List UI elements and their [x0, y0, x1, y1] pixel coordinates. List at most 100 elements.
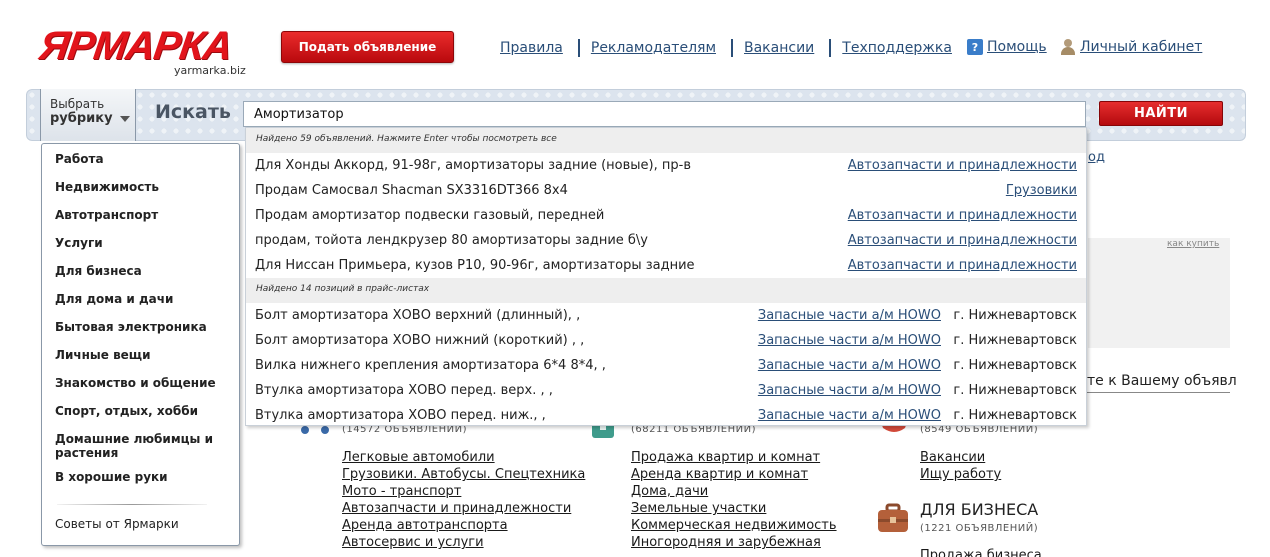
- search-suggestions: Найдено 59 объявлений. Нажмите Enter что…: [245, 127, 1087, 426]
- rubric-item-services[interactable]: Услуги: [55, 236, 230, 250]
- auto-link-service[interactable]: Автосервис и услуги: [342, 534, 585, 551]
- nav-separator: [577, 39, 580, 57]
- auto-link-trucks[interactable]: Грузовики. Автобусы. Спецтехника: [342, 466, 585, 483]
- suggest-price-city: г. Нижневартовск: [953, 308, 1077, 323]
- suggest-price-row[interactable]: Втулка амортизатора ХОВО перед. верх. , …: [246, 378, 1086, 403]
- nav-advertisers-link[interactable]: Рекламодателям: [591, 40, 716, 56]
- how-to-buy-link[interactable]: как купить: [1167, 239, 1219, 249]
- rubric-select-label: Выбрать: [50, 97, 105, 111]
- cabinet: Личный кабинет: [1061, 39, 1202, 55]
- nav-separator: [731, 39, 733, 57]
- realty-link-houses[interactable]: Дома, дачи: [631, 483, 837, 500]
- rubric-divider: [57, 504, 207, 505]
- post-ad-button[interactable]: Подать объявление: [281, 31, 454, 63]
- background-link-fragment[interactable]: од: [1088, 150, 1105, 165]
- rubric-select-button[interactable]: Выбрать рубрику: [40, 89, 136, 141]
- logo-wordmark: ЯРМАРКА: [36, 24, 235, 68]
- cabinet-link[interactable]: Личный кабинет: [1080, 39, 1202, 55]
- rubric-item-giveaway[interactable]: В хорошие руки: [55, 470, 230, 484]
- suggest-price-category[interactable]: Запасные части а/м HOWO: [758, 358, 941, 373]
- suggest-ad-row[interactable]: Для Хонды Аккорд, 91-98г, амортизаторы з…: [246, 153, 1086, 178]
- business-links: Продажа бизнеса: [920, 547, 1042, 557]
- rubric-item-auto[interactable]: Автотранспорт: [55, 208, 230, 222]
- rubric-item-business[interactable]: Для бизнеса: [55, 264, 230, 278]
- rubric-item-jobs[interactable]: Работа: [55, 152, 230, 166]
- top-nav: Правила Рекламодателям Вакансии Техподде…: [500, 39, 952, 57]
- nav-vacancies-link[interactable]: Вакансии: [744, 40, 814, 56]
- rubric-item-home[interactable]: Для дома и дачи: [55, 292, 230, 306]
- suggest-ad-title: Продам Самосвал Shacman SX3316DT366 8х4: [255, 183, 568, 198]
- suggest-price-city: г. Нижневартовск: [953, 383, 1077, 398]
- suggest-ad-title: продам, тойота лендкрузер 80 амортизатор…: [255, 233, 648, 248]
- rubric-item-pets[interactable]: Домашние любимцы и растения: [55, 432, 230, 460]
- rubric-advice-link[interactable]: Советы от Ярмарки: [55, 517, 179, 531]
- realty-link-commercial[interactable]: Коммерческая недвижимость: [631, 517, 837, 534]
- briefcase-icon: [878, 503, 908, 532]
- search-input[interactable]: [243, 101, 1086, 127]
- suggest-ad-row[interactable]: Продам Самосвал Shacman SX3316DT366 8х4 …: [246, 178, 1086, 203]
- business-title[interactable]: ДЛЯ БИЗНЕСА: [920, 500, 1038, 519]
- suggest-ad-category[interactable]: Грузовики: [1006, 183, 1077, 198]
- realty-links: Продажа квартир и комнат Аренда квартир …: [631, 449, 837, 551]
- suggest-price-category[interactable]: Запасные части а/м HOWO: [758, 308, 941, 323]
- auto-link-rent[interactable]: Аренда автотранспорта: [342, 517, 585, 534]
- jobs-link-resume[interactable]: Ищу работу: [920, 466, 1001, 483]
- suggest-price-category[interactable]: Запасные части а/м HOWO: [758, 383, 941, 398]
- rubric-item-personal[interactable]: Личные вещи: [55, 348, 230, 362]
- promo-box: [1088, 238, 1230, 348]
- suggest-price-title: Вилка нижнего крепления амортизатора 6*4…: [255, 358, 606, 373]
- realty-link-rent[interactable]: Аренда квартир и комнат: [631, 466, 837, 483]
- suggest-ad-row[interactable]: Для Ниссан Примьера, кузов P10, 90-96г, …: [246, 253, 1086, 278]
- search-label: Искать: [155, 101, 231, 123]
- realty-link-land[interactable]: Земельные участки: [631, 500, 837, 517]
- nav-rules-link[interactable]: Правила: [500, 40, 563, 56]
- suggest-price-row[interactable]: Болт амортизатора ХОВО нижний (короткий)…: [246, 328, 1086, 353]
- realty-link-sale[interactable]: Продажа квартир и комнат: [631, 449, 837, 466]
- nav-support-link[interactable]: Техподдержка: [842, 40, 952, 56]
- suggest-price-row[interactable]: Болт амортизатора ХОВО верхний (длинный)…: [246, 303, 1086, 328]
- suggest-price-row[interactable]: Втулка амортизатора ХОВО перед. ниж., , …: [246, 403, 1086, 428]
- suggest-price-category[interactable]: Запасные части а/м HOWO: [758, 333, 941, 348]
- jobs-link-vacancies[interactable]: Вакансии: [920, 449, 1001, 466]
- suggest-ads-header: Найдено 59 объявлений. Нажмите Enter что…: [246, 128, 1086, 153]
- auto-link-moto[interactable]: Мото - транспорт: [342, 483, 585, 500]
- business-link-sale[interactable]: Продажа бизнеса: [920, 547, 1042, 557]
- user-icon: [1061, 39, 1075, 55]
- rubric-item-realty[interactable]: Недвижимость: [55, 180, 230, 194]
- suggest-ad-row[interactable]: Продам амортизатор подвески газовый, пер…: [246, 203, 1086, 228]
- suggest-prices-header: Найдено 14 позиций в прайс-листах: [246, 278, 1086, 303]
- search-button[interactable]: НАЙТИ: [1099, 101, 1223, 126]
- jobs-links: Вакансии Ищу работу: [920, 449, 1001, 483]
- rubric-item-electronics[interactable]: Бытовая электроника: [55, 320, 230, 334]
- rubric-menu: Работа Недвижимость Автотранспорт Услуги…: [41, 143, 240, 546]
- rubric-select-value: рубрику: [50, 111, 135, 126]
- suggest-ad-title: Для Хонды Аккорд, 91-98г, амортизаторы з…: [255, 158, 691, 173]
- suggest-ad-category[interactable]: Автозапчасти и принадлежности: [848, 258, 1077, 273]
- auto-links: Легковые автомобили Грузовики. Автобусы.…: [342, 449, 585, 551]
- logo-domain: yarmarka.biz: [174, 64, 246, 77]
- suggest-ad-title: Для Ниссан Примьера, кузов P10, 90-96г, …: [255, 258, 695, 273]
- realty-link-foreign[interactable]: Иногородняя и зарубежная: [631, 534, 837, 551]
- suggest-ad-category[interactable]: Автозапчасти и принадлежности: [848, 158, 1077, 173]
- nav-separator: [829, 39, 832, 57]
- site-logo[interactable]: ЯРМАРКА yarmarka.biz: [36, 24, 250, 80]
- chevron-down-icon: [119, 115, 130, 122]
- suggest-ad-row[interactable]: продам, тойота лендкрузер 80 амортизатор…: [246, 228, 1086, 253]
- suggest-price-title: Болт амортизатора ХОВО нижний (короткий)…: [255, 333, 585, 348]
- rubric-item-sport[interactable]: Спорт, отдых, хобби: [55, 404, 230, 418]
- suggest-ad-category[interactable]: Автозапчасти и принадлежности: [848, 208, 1077, 223]
- auto-link-parts[interactable]: Автозапчасти и принадлежности: [342, 500, 585, 517]
- notice-fragment: те к Вашему объявл: [1087, 373, 1237, 389]
- rubric-item-dating[interactable]: Знакомство и общение: [55, 376, 230, 390]
- help-link[interactable]: Помощь: [987, 39, 1047, 55]
- suggest-price-city: г. Нижневартовск: [953, 358, 1077, 373]
- suggest-price-city: г. Нижневартовск: [953, 333, 1077, 348]
- suggest-price-city: г. Нижневартовск: [953, 408, 1077, 423]
- suggest-price-row[interactable]: Вилка нижнего крепления амортизатора 6*4…: [246, 353, 1086, 378]
- suggest-price-category[interactable]: Запасные части а/м HOWO: [758, 408, 941, 423]
- notice-divider: [1087, 392, 1230, 393]
- suggest-ad-category[interactable]: Автозапчасти и принадлежности: [848, 233, 1077, 248]
- rubric-select-text: рубрику: [50, 111, 113, 126]
- suggest-ad-title: Продам амортизатор подвески газовый, пер…: [255, 208, 605, 223]
- auto-link-cars[interactable]: Легковые автомобили: [342, 449, 585, 466]
